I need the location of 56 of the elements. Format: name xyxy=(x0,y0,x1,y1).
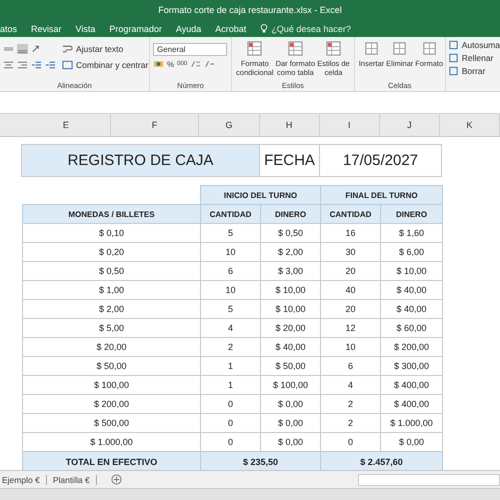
decrease-indent-icon[interactable] xyxy=(31,60,42,70)
column-header[interactable]: F xyxy=(110,114,200,136)
editing-button[interactable]: Rellenar xyxy=(462,53,494,63)
ribbon-tab[interactable]: atos xyxy=(0,22,18,34)
sheet-tab[interactable]: Plantilla € xyxy=(46,474,97,484)
cells-icon xyxy=(391,40,408,57)
column-heading: CANTIDAD xyxy=(320,204,381,224)
table-cell: $ 0,10 xyxy=(22,223,201,243)
sheet-tab[interactable]: Ejemplo € xyxy=(0,474,47,484)
tell-me-field[interactable]: ¿Qué desea hacer? xyxy=(271,24,351,34)
wrap-text-icon xyxy=(62,44,73,54)
table-cell: $ 1,60 xyxy=(380,223,443,243)
currency-icon[interactable] xyxy=(153,59,164,69)
column-heading: DINERO xyxy=(380,204,443,224)
date-cell: 17/05/2027 xyxy=(319,144,442,177)
column-header[interactable]: G xyxy=(199,114,260,136)
percent-button[interactable]: % xyxy=(167,60,174,68)
number-format-dropdown[interactable]: General xyxy=(153,43,227,56)
ribbon-tab[interactable]: Ayuda xyxy=(176,22,202,34)
align-center-icon[interactable] xyxy=(3,60,14,70)
align-bottom-icon[interactable] xyxy=(17,44,28,54)
horizontal-scrollbar[interactable] xyxy=(358,474,500,486)
column-header[interactable]: E xyxy=(22,114,111,136)
register-title: REGISTRO DE CAJA xyxy=(21,144,260,177)
editing-button[interactable]: Borrar xyxy=(462,66,486,76)
editing-button[interactable]: Autosuma xyxy=(462,40,500,50)
column-heading: MONEDAS / BILLETES xyxy=(22,204,201,224)
column-header[interactable]: J xyxy=(380,114,440,136)
column-header[interactable]: K xyxy=(440,114,500,136)
group-header: FINAL DEL TURNO xyxy=(320,185,443,205)
table-style-icon xyxy=(324,40,342,57)
date-label: FECHA xyxy=(259,144,320,177)
ribbon-tab[interactable]: Acrobat xyxy=(215,22,246,34)
align-right-icon[interactable] xyxy=(17,60,28,70)
ribbon-tab[interactable]: Programador xyxy=(109,22,162,34)
ribbon-tab[interactable]: Vista xyxy=(76,22,96,34)
wrap-text-button[interactable]: Ajustar texto xyxy=(76,44,124,54)
column-heading: DINERO xyxy=(260,204,321,224)
cells-icon xyxy=(420,40,438,57)
table-style-icon xyxy=(286,40,304,57)
column-header[interactable]: H xyxy=(260,114,320,136)
increase-indent-icon[interactable] xyxy=(45,60,56,70)
add-sheet-icon[interactable] xyxy=(110,474,122,485)
column-header[interactable]: I xyxy=(320,114,380,136)
cells-icon xyxy=(362,40,380,57)
ribbon-tab[interactable]: Revisar xyxy=(31,22,62,34)
column-heading: CANTIDAD xyxy=(200,204,261,224)
group-header: INICIO DEL TURNO xyxy=(200,185,321,205)
merge-icon xyxy=(62,60,73,70)
lightbulb-icon xyxy=(260,23,268,34)
decrease-decimal-icon[interactable] xyxy=(204,59,216,69)
window-title: Formato corte de caja restaurante.xlsx - Excel xyxy=(158,5,342,15)
table-style-icon xyxy=(246,40,264,57)
increase-decimal-icon[interactable] xyxy=(190,59,202,69)
merge-center-button[interactable]: Combinar y centrar xyxy=(76,60,148,70)
orientation-icon[interactable] xyxy=(31,44,42,54)
